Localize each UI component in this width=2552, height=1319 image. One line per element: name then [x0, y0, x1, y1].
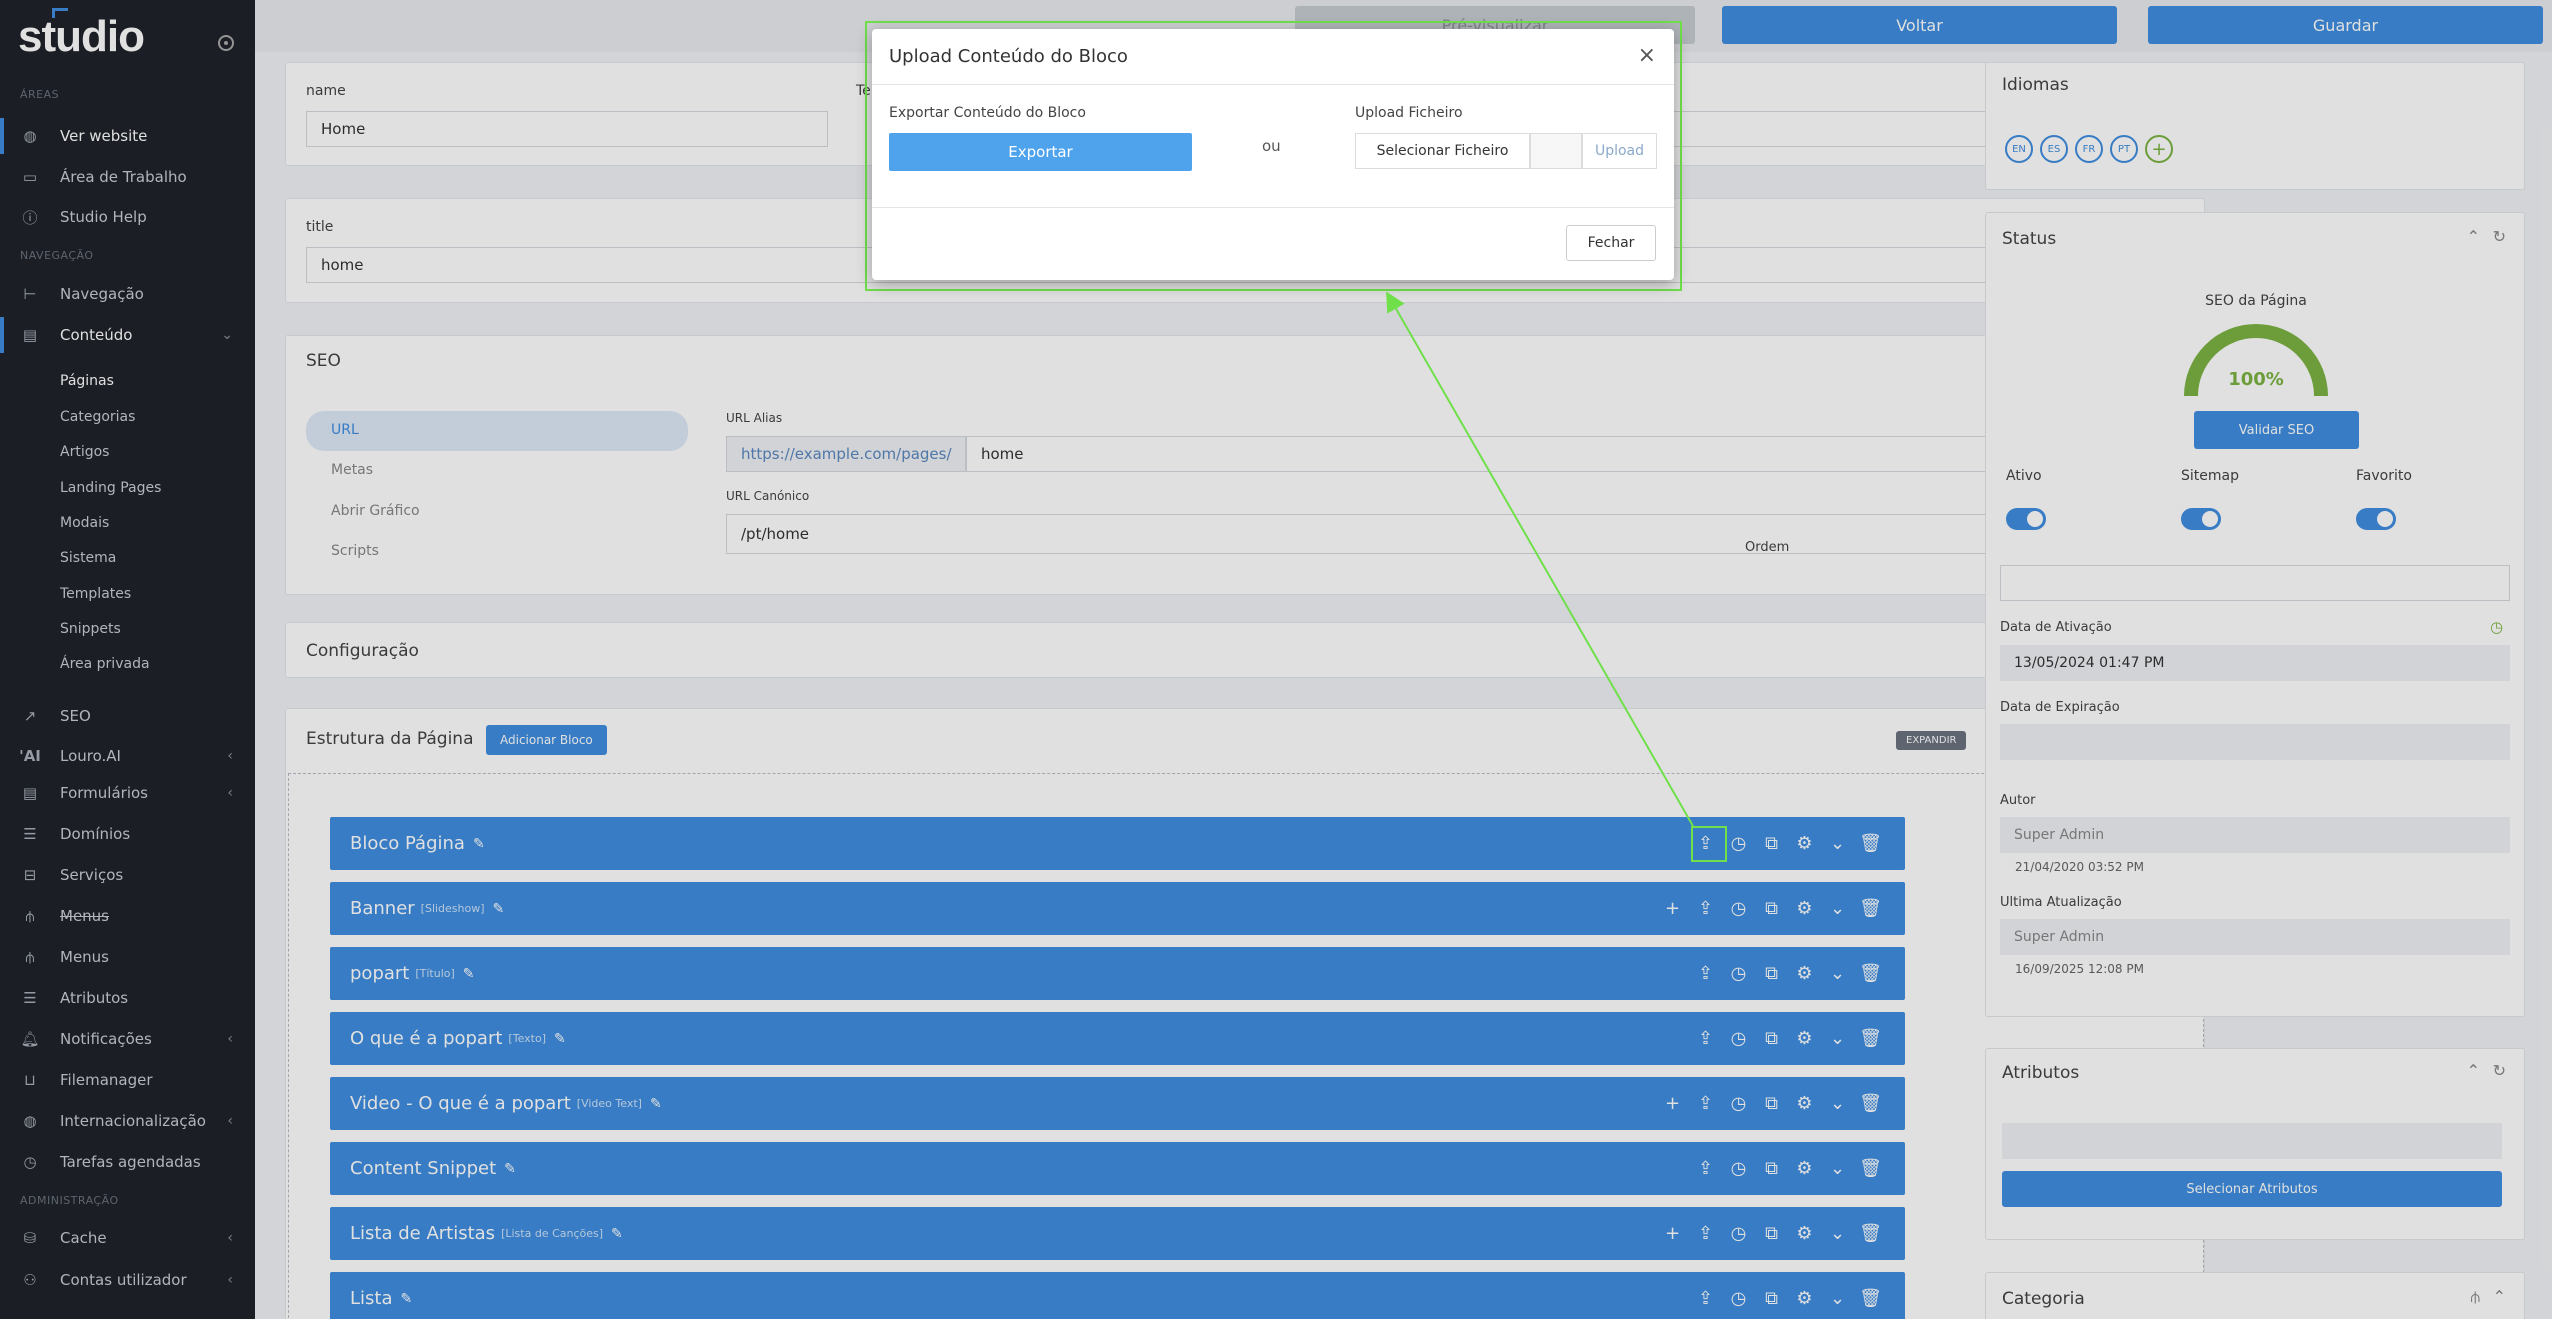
export-label: Exportar Conteúdo do Bloco — [889, 105, 1086, 121]
close-icon[interactable]: × — [1638, 43, 1656, 68]
divider — [872, 84, 1674, 85]
upload-button[interactable]: Upload — [1582, 133, 1657, 169]
select-file-button[interactable]: Selecionar Ficheiro — [1355, 133, 1530, 169]
export-button[interactable]: Exportar — [889, 133, 1192, 171]
close-button[interactable]: Fechar — [1566, 225, 1656, 261]
file-name-field — [1530, 133, 1582, 169]
divider — [872, 207, 1674, 208]
upload-icon-highlight — [1691, 826, 1727, 862]
upload-file-label: Upload Ficheiro — [1355, 105, 1463, 121]
modal-title: Upload Conteúdo do Bloco — [889, 46, 1128, 67]
upload-block-modal: Upload Conteúdo do Bloco × Exportar Cont… — [872, 29, 1674, 280]
or-text: ou — [1262, 137, 1281, 155]
